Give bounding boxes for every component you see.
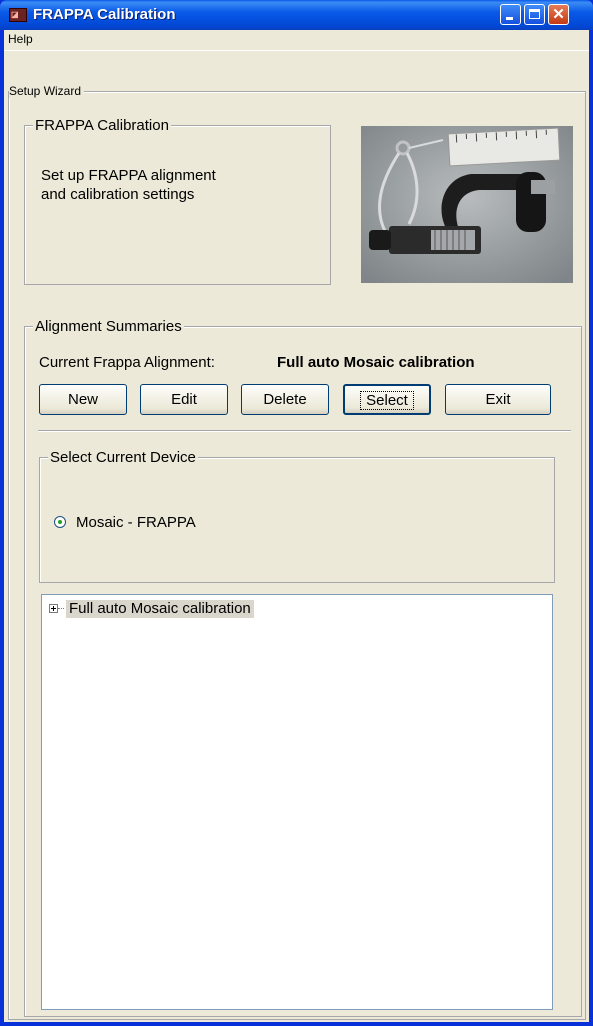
menu-separator xyxy=(4,50,589,51)
exit-button[interactable]: Exit xyxy=(445,384,551,415)
title-bar[interactable]: ◪ FRAPPA Calibration ✕ xyxy=(0,0,593,30)
close-button[interactable]: ✕ xyxy=(548,4,569,25)
select-button[interactable]: Select xyxy=(343,384,431,415)
current-alignment-label: Current Frappa Alignment: xyxy=(39,354,215,371)
tree-item-label[interactable]: Full auto Mosaic calibration xyxy=(66,600,254,618)
calibration-tools-image xyxy=(361,126,573,283)
setup-wizard-label: Setup Wizard xyxy=(9,84,85,98)
divider xyxy=(38,430,571,431)
app-window: ◪ FRAPPA Calibration ✕ Help Setup Wizard… xyxy=(0,0,593,1026)
menu-bar: Help xyxy=(4,30,589,50)
edit-button[interactable]: Edit xyxy=(140,384,228,415)
alignment-summaries-group: Alignment Summaries Current Frappa Align… xyxy=(24,318,582,1017)
ruler-icon xyxy=(447,127,561,167)
client-area: Help Setup Wizard FRAPPA Calibration Set… xyxy=(4,30,589,1022)
alignment-summaries-title: Alignment Summaries xyxy=(33,318,184,335)
maximize-button[interactable] xyxy=(524,4,545,25)
delete-button[interactable]: Delete xyxy=(241,384,329,415)
window-title: FRAPPA Calibration xyxy=(33,6,176,23)
calibration-info-group: FRAPPA Calibration Set up FRAPPA alignme… xyxy=(24,117,331,285)
calibration-description-line2: and calibration settings xyxy=(41,186,195,203)
close-icon: ✕ xyxy=(552,6,565,23)
expand-icon[interactable] xyxy=(49,604,58,613)
current-alignment-value: Full auto Mosaic calibration xyxy=(277,354,475,371)
minimize-button[interactable] xyxy=(500,4,521,25)
minimize-icon xyxy=(506,17,513,20)
maximize-icon xyxy=(529,9,540,19)
mosaic-frappa-radio[interactable] xyxy=(54,516,66,528)
calibration-group-title: FRAPPA Calibration xyxy=(33,117,171,134)
radio-selected-icon xyxy=(58,520,62,524)
calibration-description-line1: Set up FRAPPA alignment xyxy=(41,167,216,184)
tree-connector xyxy=(58,608,64,609)
calibration-tools-illustration xyxy=(361,126,573,283)
new-button[interactable]: New xyxy=(39,384,127,415)
device-group-title: Select Current Device xyxy=(48,449,198,466)
menu-help[interactable]: Help xyxy=(8,32,33,46)
app-icon[interactable]: ◪ xyxy=(9,8,27,22)
alignment-tree[interactable]: Full auto Mosaic calibration xyxy=(41,594,553,1010)
mosaic-frappa-label[interactable]: Mosaic - FRAPPA xyxy=(76,514,196,531)
device-group: Select Current Device Mosaic - FRAPPA xyxy=(39,449,555,583)
